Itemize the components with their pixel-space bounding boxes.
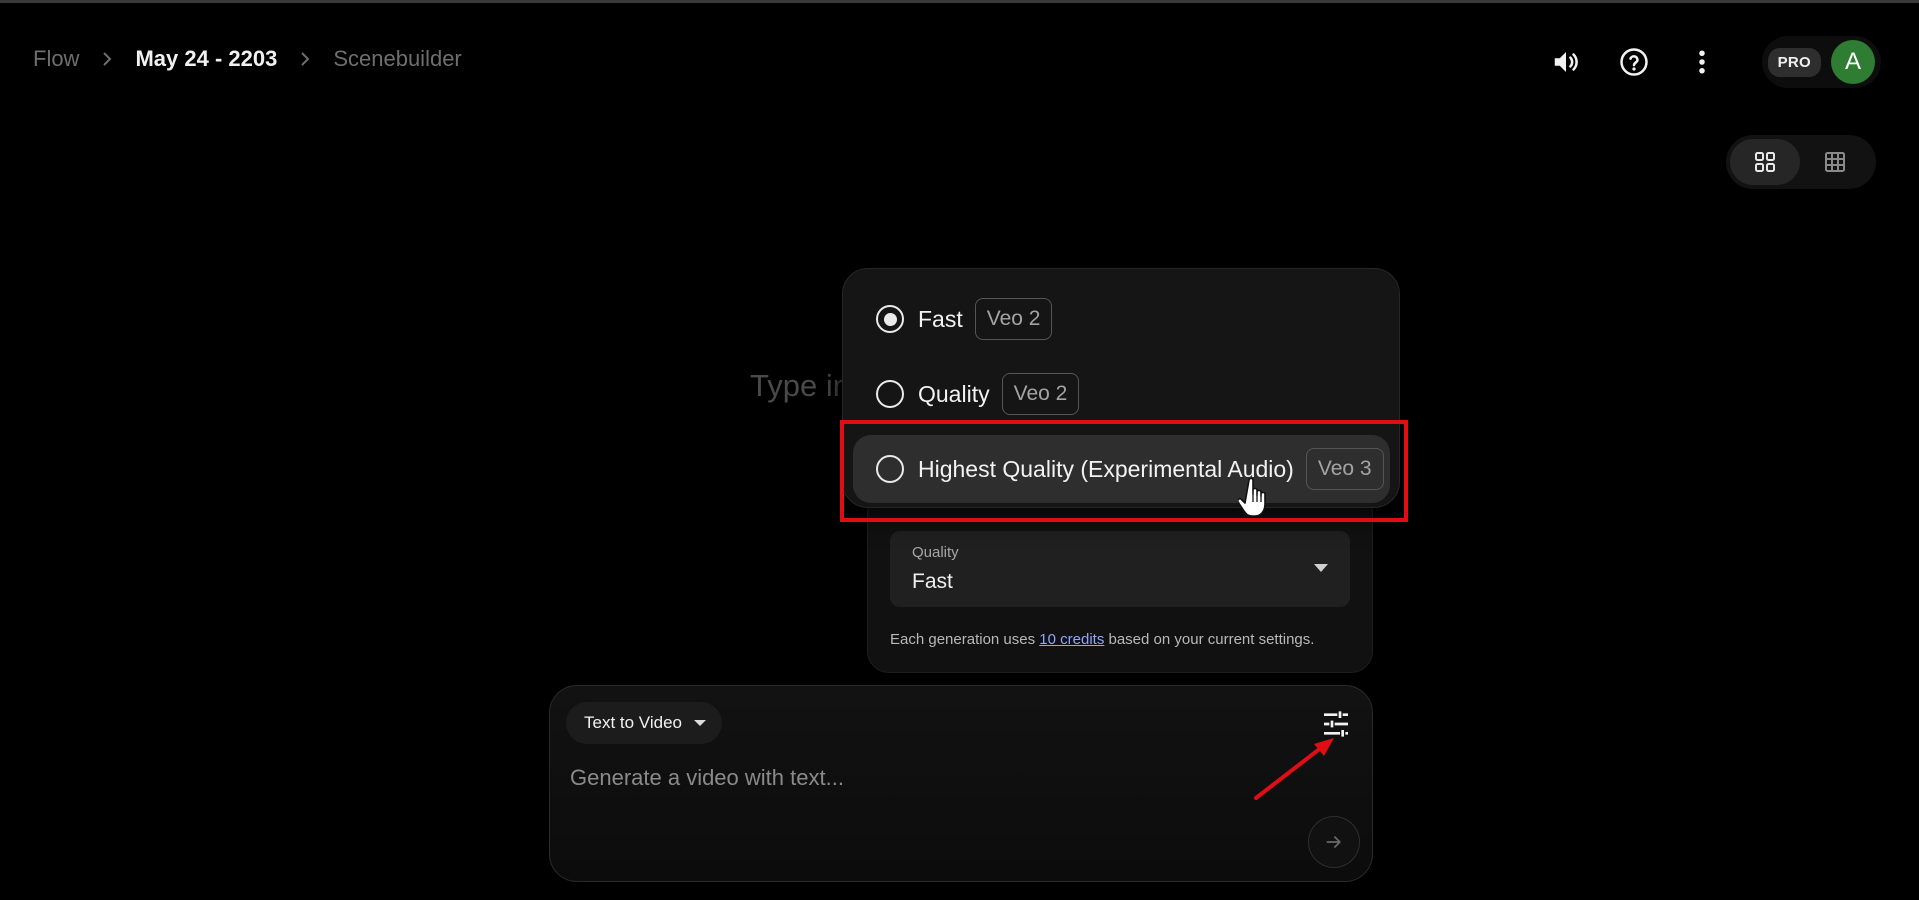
- breadcrumb: Flow May 24 - 2203 Scenebuilder: [33, 44, 462, 74]
- empty-state-hint: Type in: [750, 368, 850, 403]
- mode-selector[interactable]: Text to Video: [566, 702, 722, 744]
- radio-unselected-icon[interactable]: [876, 380, 904, 408]
- more-vert-icon[interactable]: [1680, 40, 1724, 84]
- view-toggle: [1726, 135, 1876, 189]
- radio-selected-icon[interactable]: [876, 305, 904, 333]
- dropdown-caret-icon: [693, 720, 706, 726]
- credits-link[interactable]: 10 credits: [1039, 631, 1104, 648]
- avatar[interactable]: A: [1831, 40, 1875, 84]
- model-version-tag: Veo 3: [1305, 448, 1384, 490]
- breadcrumb-project[interactable]: May 24 - 2203: [135, 46, 277, 72]
- mode-selector-label: Text to Video: [584, 713, 682, 732]
- window-top-border: [0, 0, 1919, 3]
- account-menu[interactable]: PRO A: [1761, 36, 1881, 88]
- quality-select-value: Fast: [912, 570, 953, 593]
- chevron-right-icon: [97, 49, 117, 69]
- arrow-right-icon: [1326, 836, 1341, 848]
- model-option-fast[interactable]: Fast Veo 2: [853, 285, 1390, 353]
- radio-unselected-icon[interactable]: [876, 455, 904, 483]
- settings-tune-icon[interactable]: [1320, 708, 1352, 740]
- model-menu: Fast Veo 2 Quality Veo 2 Highest Quality…: [842, 268, 1400, 508]
- quality-select-label: Quality: [912, 544, 959, 561]
- quality-select[interactable]: Quality Fast: [890, 531, 1350, 607]
- prompt-box: Text to Video: [549, 685, 1373, 882]
- header-actions: PRO A: [1520, 36, 1881, 88]
- hand-pointer-icon: [1238, 477, 1266, 517]
- chevron-right-icon: [295, 49, 315, 69]
- prompt-input[interactable]: [570, 758, 1290, 798]
- credits-note-suffix: based on your current settings.: [1104, 631, 1315, 648]
- model-option-quality[interactable]: Quality Veo 2: [853, 360, 1390, 428]
- pro-badge: PRO: [1767, 47, 1821, 77]
- send-button[interactable]: [1308, 816, 1360, 868]
- model-version-tag: Veo 2: [974, 298, 1053, 340]
- model-option-label: Fast: [918, 305, 963, 332]
- credits-note-prefix: Each generation uses: [890, 631, 1040, 648]
- model-option-highest-quality[interactable]: Highest Quality (Experimental Audio) Veo…: [853, 435, 1390, 503]
- help-icon[interactable]: [1612, 40, 1656, 84]
- model-option-label: Quality: [918, 380, 990, 407]
- grid-large-icon[interactable]: [1730, 139, 1800, 185]
- breadcrumb-flow[interactable]: Flow: [33, 46, 79, 72]
- credits-note: Each generation uses 10 credits based on…: [890, 631, 1314, 648]
- grid-small-icon[interactable]: [1800, 139, 1870, 185]
- dropdown-caret-icon: [1314, 564, 1328, 572]
- breadcrumb-scenebuilder[interactable]: Scenebuilder: [333, 46, 461, 72]
- model-version-tag: Veo 2: [1001, 373, 1080, 415]
- volume-icon[interactable]: [1544, 40, 1588, 84]
- flow-scenebuilder-page: Flow May 24 - 2203 Scenebuilder PRO A Ty…: [0, 0, 1919, 900]
